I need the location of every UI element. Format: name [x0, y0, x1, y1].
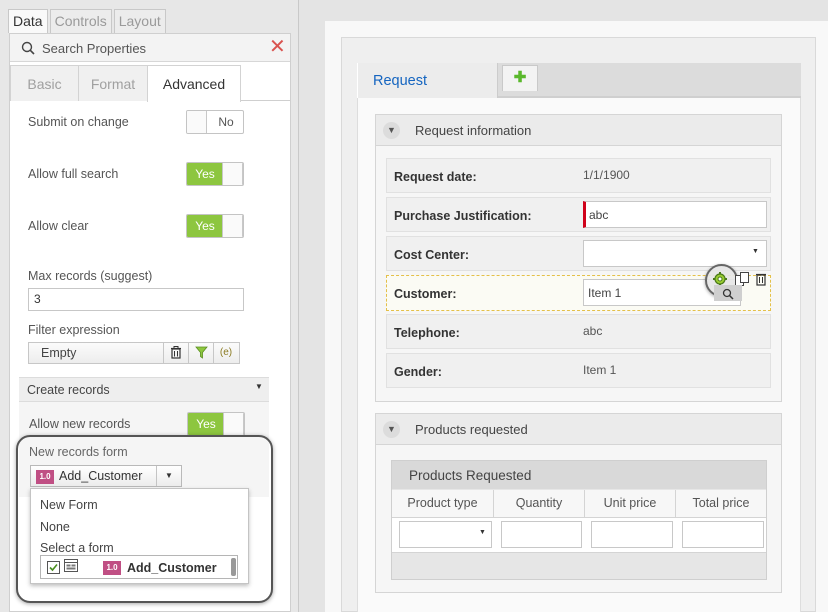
unit-price-input[interactable] [591, 521, 673, 548]
field-label: Telephone: [394, 326, 460, 340]
input-value: abc [589, 208, 609, 222]
toggle-value: Yes [187, 163, 223, 185]
tab-format[interactable]: Format [78, 65, 148, 101]
filter-expression-field[interactable]: Empty (e) [28, 342, 240, 364]
max-records-label: Max records (suggest) [28, 269, 153, 283]
group-header[interactable]: ▼ Products requested [376, 414, 781, 445]
create-records-header[interactable]: Create records ▼ [19, 377, 269, 402]
filter-expression-label: Filter expression [28, 323, 120, 337]
chevron-down-icon[interactable]: ▼ [383, 122, 400, 139]
allow-new-records-label: Allow new records [29, 417, 131, 431]
field-telephone: Telephone: abc [386, 314, 771, 349]
toggle-knob [187, 111, 207, 133]
toggle-value: Yes [187, 215, 223, 237]
create-records-title: Create records [27, 383, 110, 397]
search-bar: Search Properties ✕ [10, 34, 290, 62]
expression-icon[interactable]: (e) [213, 343, 238, 363]
field-label: Customer: [394, 287, 457, 301]
allow-clear-toggle[interactable]: Yes [186, 214, 244, 238]
max-records-input[interactable]: 3 [28, 288, 244, 311]
tab-layout[interactable]: Layout [113, 9, 166, 33]
allow-new-records-toggle[interactable]: Yes [187, 412, 245, 436]
group-header[interactable]: ▼ Request information [376, 115, 781, 146]
column-header-total-price[interactable]: Total price [676, 490, 766, 517]
add-tab-button[interactable]: ✚ [502, 65, 538, 91]
submit-on-change-label: Submit on change [28, 115, 129, 129]
input-value: Item 1 [588, 286, 622, 300]
filter-expression-value: Empty [41, 346, 77, 360]
field-value: 1/1/1900 [583, 168, 630, 182]
tab-request-label: Request [373, 73, 428, 89]
total-price-input[interactable] [682, 521, 764, 548]
field-label: Request date: [394, 170, 477, 184]
tab-request[interactable]: Request [357, 63, 498, 98]
column-header-product-type[interactable]: Product type [392, 490, 494, 517]
filter-icon[interactable] [188, 343, 213, 363]
field-value: Item 1 [583, 363, 617, 377]
column-header-unit-price[interactable]: Unit price [585, 490, 676, 517]
field-gender: Gender: Item 1 [386, 353, 771, 388]
toggle-knob [222, 215, 243, 237]
trash-icon[interactable] [163, 343, 188, 363]
toggle-value: Yes [188, 413, 224, 435]
column-header-quantity[interactable]: Quantity [494, 490, 585, 517]
chevron-down-icon[interactable]: ▼ [383, 421, 400, 438]
tab-advanced[interactable]: Advanced [147, 65, 241, 102]
grid-title-bar: Products Requested [392, 461, 766, 489]
toggle-value: No [218, 115, 234, 129]
top-tabs: Data Controls Layout [8, 9, 168, 33]
product-type-select[interactable]: ▼ [399, 521, 492, 548]
tab-basic[interactable]: Basic [10, 65, 79, 101]
properties-panel: Data Controls Layout Search Properties ✕… [0, 0, 299, 612]
field-value: abc [583, 324, 603, 338]
search-input[interactable]: Search Properties [42, 41, 146, 56]
allow-clear-label: Allow clear [28, 219, 89, 233]
grid-title: Products Requested [409, 468, 532, 483]
chevron-down-icon: ▼ [255, 382, 263, 391]
chevron-down-icon: ▼ [752, 248, 759, 255]
quantity-input[interactable] [501, 521, 582, 548]
highlight-callout [16, 435, 273, 603]
toggle-knob [223, 413, 244, 435]
toggle-knob [222, 163, 243, 185]
allow-full-search-toggle[interactable]: Yes [186, 162, 244, 186]
group-title: Products requested [415, 422, 528, 437]
trash-icon[interactable] [752, 272, 770, 290]
field-purchase-justification: Purchase Justification: abc [386, 197, 771, 232]
chevron-down-icon: ▼ [479, 529, 486, 536]
field-request-date: Request date: 1/1/1900 [386, 158, 771, 193]
purchase-justification-input[interactable]: abc [583, 201, 767, 228]
sub-tabs: Basic Format Advanced [10, 65, 290, 102]
tab-controls[interactable]: Controls [49, 9, 112, 33]
field-label: Purchase Justification: [394, 209, 532, 223]
tab-data[interactable]: Data [8, 9, 48, 33]
field-label: Gender: [394, 365, 442, 379]
search-icon [722, 288, 734, 300]
search-icon [21, 41, 35, 55]
group-title: Request information [415, 123, 532, 138]
plus-icon: ✚ [513, 69, 527, 86]
field-label: Cost Center: [394, 248, 470, 262]
cost-center-select[interactable]: ▼ [583, 240, 767, 267]
search-button[interactable] [714, 285, 742, 301]
allow-full-search-label: Allow full search [28, 167, 119, 181]
submit-on-change-toggle[interactable]: No [186, 110, 244, 134]
close-icon[interactable]: ✕ [269, 37, 286, 57]
